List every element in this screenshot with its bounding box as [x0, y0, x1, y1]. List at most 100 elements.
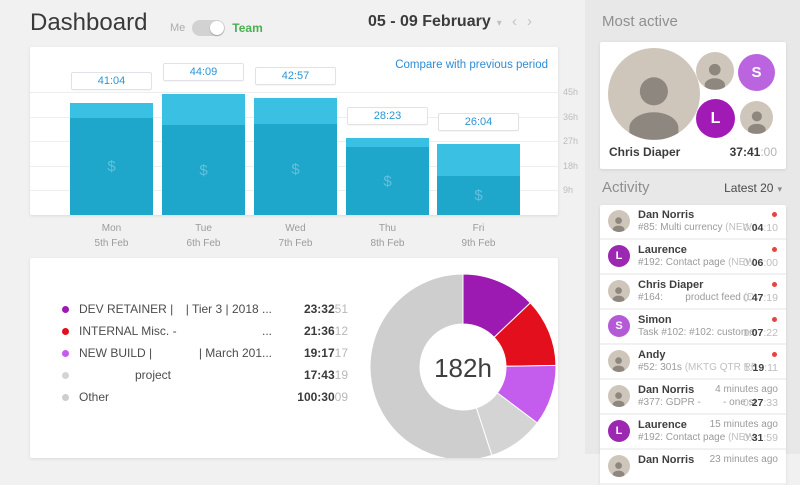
activity-avatar[interactable]: L: [608, 245, 630, 267]
legend-color-dot: [62, 328, 69, 335]
legend-color-dot: [62, 350, 69, 357]
legend-label-secondary: | Tier 3 | 2018 ...: [186, 302, 272, 316]
most-active-title: Most active: [602, 13, 678, 30]
activity-item[interactable]: Dan Norris 23 minutes ago: [600, 450, 786, 485]
activity-detail: #85: Multi currency (NEW BUIL...: [638, 222, 756, 233]
toggle-team-label[interactable]: Team: [232, 21, 262, 35]
legend-item[interactable]: Other100:3009: [62, 386, 348, 408]
activity-detail-text: Task #102: #102: customer e-m...: [638, 327, 756, 338]
activity-title: Activity: [602, 179, 650, 196]
time-hours-minutes: 37:41: [730, 145, 761, 159]
me-team-toggle[interactable]: Me Team: [170, 20, 263, 36]
most-active-user-name: Chris Diaper: [609, 145, 680, 159]
most-active-avatar-3[interactable]: [740, 101, 773, 134]
activity-detail-text: #85: Multi currency: [638, 222, 725, 233]
next-period-button[interactable]: ›: [527, 13, 532, 31]
activity-user-name: Dan Norris: [638, 454, 694, 466]
legend-color-dot: [62, 306, 69, 313]
activity-user-name: Simon: [638, 314, 672, 326]
legend-item[interactable]: NEW BUILD | | March 201... 19:1717: [62, 342, 348, 364]
bar-previous-segment: [162, 94, 245, 124]
prev-period-button[interactable]: ‹: [512, 13, 517, 31]
activity-timestamp: 15 minutes ago: [710, 419, 778, 430]
legend-item[interactable]: project17:4319: [62, 364, 348, 386]
bar-value-label: 41:04: [71, 72, 152, 90]
activity-avatar[interactable]: [608, 280, 630, 302]
activity-timestamp: 23 minutes ago: [710, 454, 778, 465]
bar-day-label: Mon5th Feb: [62, 221, 162, 251]
day-name: Tue: [154, 221, 254, 236]
most-active-avatar-1[interactable]: S: [738, 54, 775, 91]
activity-duration: 0:31:59: [743, 432, 778, 444]
duration-seconds: :00: [763, 257, 778, 269]
bar-tue[interactable]: $: [162, 94, 245, 215]
activity-duration: 0:27:33: [743, 397, 778, 409]
most-active-avatar-0[interactable]: [696, 52, 734, 90]
duration-seconds: :11: [764, 362, 778, 374]
period-arrows: ‹ ›: [512, 13, 532, 31]
activity-avatar[interactable]: S: [608, 315, 630, 337]
activity-filter-label[interactable]: Latest 20: [724, 181, 773, 195]
bar-previous-segment: [437, 144, 520, 176]
bar-mon[interactable]: $: [70, 103, 153, 215]
legend-time: 19:1717: [284, 346, 348, 360]
toggle-switch[interactable]: [192, 20, 225, 36]
activity-detail: #192: Contact page (NEW BUIL...: [638, 257, 756, 268]
legend-time: 100:3009: [284, 390, 348, 404]
y-axis-tick: 18h: [563, 161, 578, 171]
y-axis-tick: 27h: [563, 136, 578, 146]
day-name: Thu: [338, 221, 438, 236]
activity-item[interactable]: S SimonTask #102: #102: customer e-m...1:…: [600, 310, 786, 345]
activity-user-name: Laurence: [638, 419, 687, 431]
sidebar: Most active SL Chris Diaper 37:41:00 Act…: [585, 0, 800, 454]
legend-item[interactable]: INTERNAL Misc. -...21:3612: [62, 320, 348, 342]
bar-previous-segment: [254, 98, 337, 124]
legend-label: NEW BUILD |: [79, 346, 152, 360]
person-icon: [610, 390, 627, 407]
activity-item[interactable]: Dan Norris#377: GDPR - - one ste...4 min…: [600, 380, 786, 415]
bar-wed[interactable]: $: [254, 98, 337, 215]
bar-day-label: Thu8th Feb: [338, 221, 438, 251]
chevron-down-icon[interactable]: ▾: [777, 184, 782, 194]
activity-user-name: Chris Diaper: [638, 279, 703, 291]
activity-filter-dropdown[interactable]: Latest 20 ▾: [724, 181, 782, 195]
duration-seconds: :59: [763, 432, 778, 444]
bar-thu[interactable]: $: [346, 138, 429, 215]
bar-value-label: 26:04: [438, 113, 519, 131]
legend-label: project: [79, 368, 171, 382]
activity-item[interactable]: Chris Diaper#164: product feed (DEV ...0…: [600, 275, 786, 310]
activity-avatar[interactable]: L: [608, 420, 630, 442]
legend-time: 21:3612: [284, 324, 348, 338]
toggle-me-label[interactable]: Me: [170, 22, 185, 34]
activity-item[interactable]: LLaurence#192: Contact page (NEW BUIL...…: [600, 240, 786, 275]
duration-hours: 0:: [743, 397, 752, 409]
bar-day-label: Tue6th Feb: [154, 221, 254, 251]
duration-minutes: 19: [752, 362, 764, 374]
most-active-avatar-2[interactable]: L: [696, 99, 735, 138]
bar-value-label: 42:57: [255, 67, 336, 85]
activity-detail-text: #52: 301s: [638, 362, 685, 373]
duration-hours: 0:: [743, 222, 752, 234]
activity-item[interactable]: Dan Norris#85: Multi currency (NEW BUIL.…: [600, 205, 786, 240]
most-active-primary-avatar[interactable]: [608, 48, 700, 140]
legend-item[interactable]: DEV RETAINER || Tier 3 | 2018 ...23:3251: [62, 298, 348, 320]
bar-fri[interactable]: $: [437, 144, 520, 215]
activity-user-name: Andy: [638, 349, 666, 361]
legend-label-secondary: | March 201...: [199, 346, 272, 360]
chevron-down-icon[interactable]: ▾: [497, 18, 502, 29]
bar-value-label: 44:09: [163, 63, 244, 81]
activity-avatar[interactable]: [608, 385, 630, 407]
activity-avatar[interactable]: [608, 210, 630, 232]
activity-avatar[interactable]: [608, 350, 630, 372]
person-icon: [744, 108, 770, 134]
activity-item[interactable]: Andy#52: 301s (MKTG QTR RETAINER...1:19:…: [600, 345, 786, 380]
activity-item[interactable]: LLaurence#192: Contact page (NEW BUIL...…: [600, 415, 786, 450]
toggle-knob[interactable]: [210, 21, 224, 35]
date-range-picker[interactable]: 05 - 09 February ▾: [368, 13, 502, 31]
activity-avatar[interactable]: [608, 455, 630, 477]
duration-seconds: :10: [763, 222, 778, 234]
activity-duration: 1:07:22: [743, 327, 778, 339]
time-hours-minutes: 21:36: [304, 324, 335, 338]
date-range-label[interactable]: 05 - 09 February: [368, 13, 491, 31]
donut-total-hours: 182h: [413, 353, 513, 384]
